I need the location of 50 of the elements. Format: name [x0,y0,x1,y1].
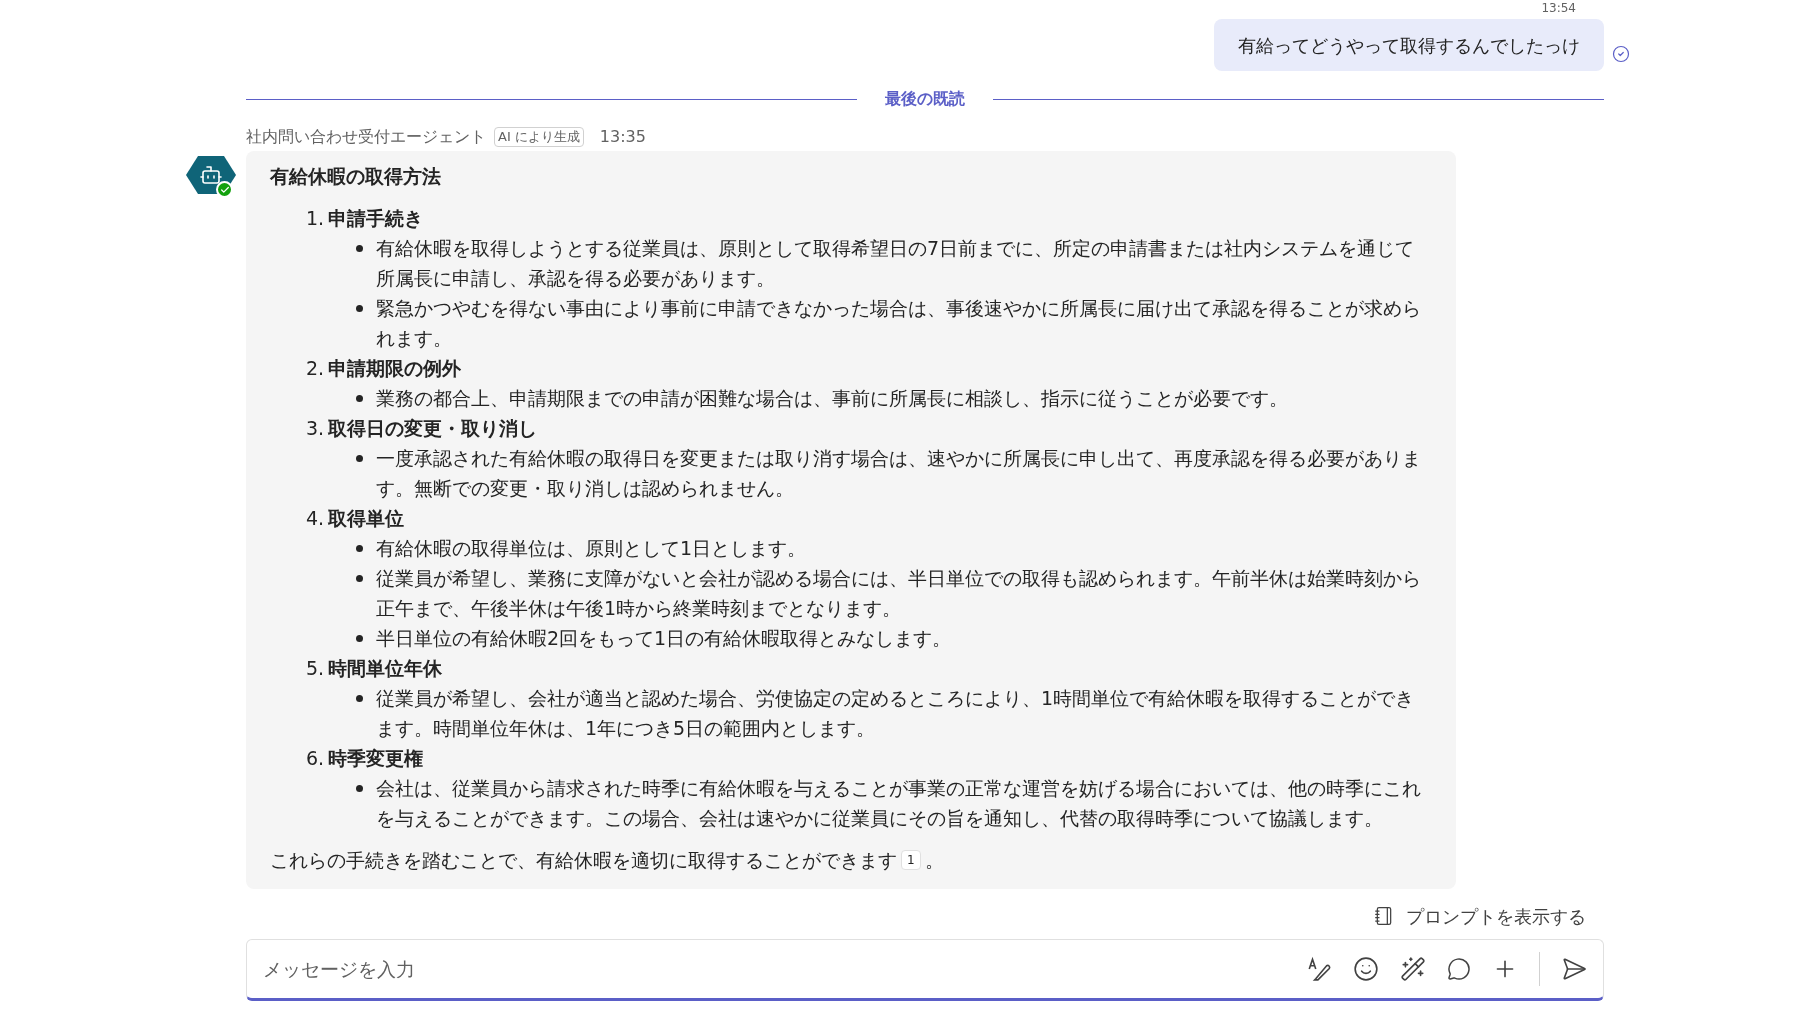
bullet-text: 有給休暇を取得しようとする従業員は、原則として取得希望日の7日前までに、所定の申請書または社内システムを通じて所属長に申請し、承認を得る必要があります。 [376,236,1416,291]
bullet-text: 会社は、従業員から請求された時季に有給休暇を与えることが事業の正常な運営を妨げる場合においては、他の時季にこれを与えることができます。この場合、会社は速やかに従業員にその旨を通知し、代替の取得時季について協議します。 [376,776,1422,831]
bullet-text: 一度承認された有給休暇の取得日を変更または取り消す場合は、速やかに所属長に申し出て、再度承認を得る必要があります。無断での変更・取り消しは認められません。 [376,446,1422,501]
last-read-divider-label: 最後の既読 [885,88,965,110]
emoji-icon[interactable] [1353,956,1379,982]
bullet-icon [356,244,363,252]
bullet-text: 半日単位の有給休暇2回をもって1日の有給休暇取得とみなします。 [376,626,952,651]
bullet-text: 従業員が希望し、会社が適当と認めた場合、労使協定の定めるところにより、1時間単位で有給休暇を取得することができます。時間単位年休は、1年につき5日の範囲内とします。 [376,686,1416,741]
list-number: 6. [306,746,325,771]
sender-name: 社内問い合わせ受付エージェント [246,126,486,148]
send-icon[interactable] [1561,956,1587,982]
chat-bubble-icon[interactable] [1447,957,1471,981]
section-heading: 申請手続き [328,206,424,231]
list-number: 1. [306,206,325,231]
section-heading: 取得日の変更・取り消し [328,416,538,441]
bullet-icon [356,544,363,552]
bullet-icon [356,304,363,312]
message-composer[interactable]: メッセージを入力 [246,939,1604,1001]
conclusion-punctuation: 。 [924,848,944,873]
conclusion-text: これらの手続きを踏むことで、有給休暇を適切に取得することができます [270,848,897,873]
bullet-icon [356,454,363,462]
section-heading: 申請期限の例外 [328,356,462,381]
message-input[interactable]: メッセージを入力 [263,954,1306,984]
message-time: 13:35 [599,126,646,148]
message-time: 13:54 [1541,1,1576,15]
bullet-icon [356,574,363,582]
citation-marker[interactable]: 1 [901,850,921,870]
show-prompt-button[interactable]: プロンプトを表示する [1374,899,1586,933]
user-message-bubble: 有給ってどうやって取得するんでしたっけ [1214,19,1604,71]
ai-generated-badge: AI により生成 [494,127,584,147]
bullet-icon [356,634,363,642]
bullet-text: 業務の都合上、申請期限までの申請が困難な場合は、事前に所属長に相談し、指示に従うことが必要です。 [376,386,1288,411]
read-receipt-icon [1612,45,1630,63]
section-heading: 時季変更権 [328,746,424,771]
notebook-icon [1374,905,1394,927]
section-heading: 取得単位 [328,506,405,531]
bullet-icon [356,394,363,402]
list-number: 2. [306,356,325,381]
list-number: 3. [306,416,325,441]
bullet-text: 従業員が希望し、業務に支障がないと会社が認める場合には、半日単位での取得も認められます。午前半休は始業時刻から正午まで、午後半休は午後1時から終業時刻までとなります。 [376,566,1422,621]
bullet-text: 緊急かつやむを得ない事由により事前に申請できなかった場合は、事後速やかに所属長に届け出て承認を得ることが求められます。 [376,296,1422,351]
bullet-text: 有給休暇の取得単位は、原則として1日とします。 [376,536,807,561]
format-icon[interactable] [1306,956,1332,982]
bullet-icon [356,784,363,792]
list-number: 5. [306,656,325,681]
section-heading: 時間単位年休 [328,656,443,681]
list-number: 4. [306,506,325,531]
answer-title: 有給休暇の取得方法 [270,164,442,189]
sparkle-pen-icon[interactable] [1400,956,1426,982]
bullet-icon [356,694,363,702]
